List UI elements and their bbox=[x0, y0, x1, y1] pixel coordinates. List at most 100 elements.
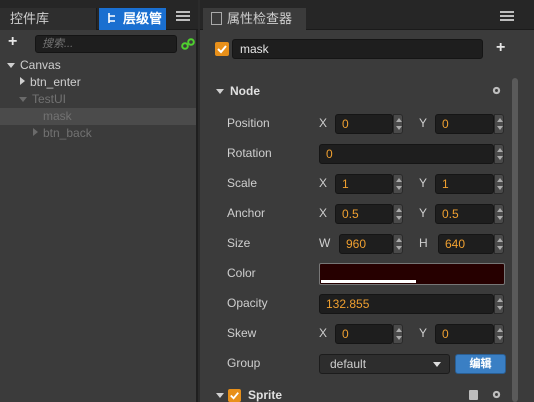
position-x-input[interactable]: 0 bbox=[335, 114, 393, 134]
left-menu-icon[interactable] bbox=[176, 11, 190, 23]
alpha-bar bbox=[321, 280, 416, 283]
anchor-x-stepper[interactable] bbox=[393, 204, 403, 224]
anchor-row: Anchor X 0.5 Y 0.5 bbox=[200, 202, 510, 224]
tab-inspector[interactable]: 属性检查器 bbox=[203, 8, 306, 30]
size-h-stepper[interactable] bbox=[494, 234, 504, 254]
y-label: Y bbox=[419, 326, 428, 340]
scale-x-input[interactable]: 1 bbox=[335, 174, 393, 194]
node-name-row: mask + bbox=[200, 38, 520, 60]
tree-item-label: btn_enter bbox=[30, 75, 81, 89]
anchor-x-input[interactable]: 0.5 bbox=[335, 204, 393, 224]
tab-inspector-label: 属性检查器 bbox=[227, 11, 293, 26]
tree-item-testui[interactable]: TestUI bbox=[0, 91, 196, 108]
tree-item-btn-back[interactable]: btn_back bbox=[0, 125, 196, 142]
right-menu-icon[interactable] bbox=[500, 11, 514, 23]
x-label: X bbox=[319, 326, 328, 340]
y-label: Y bbox=[419, 206, 428, 220]
scale-y-stepper[interactable] bbox=[494, 174, 504, 194]
left-tab-bar: 控件库 层级管 bbox=[0, 0, 198, 30]
scale-row: Scale X 1 Y 1 bbox=[200, 172, 510, 194]
sprite-enabled-checkbox[interactable] bbox=[228, 389, 241, 402]
checkmark-icon bbox=[217, 45, 227, 54]
position-label: Position bbox=[227, 116, 270, 130]
sprite-section-header[interactable]: Sprite bbox=[200, 384, 510, 402]
book-icon[interactable] bbox=[469, 390, 478, 400]
checkmark-icon bbox=[230, 392, 239, 400]
tab-widget-library[interactable]: 控件库 bbox=[0, 8, 97, 30]
hierarchy-toolbar: + bbox=[0, 31, 196, 55]
skew-x-stepper[interactable] bbox=[393, 324, 403, 344]
position-y-input[interactable]: 0 bbox=[435, 114, 494, 134]
expand-arrow-icon[interactable] bbox=[19, 97, 27, 102]
edit-group-button[interactable]: 编辑 bbox=[455, 354, 506, 374]
position-row: Position X 0 Y 0 bbox=[200, 112, 510, 134]
y-label: Y bbox=[419, 116, 428, 130]
rotation-input[interactable]: 0 bbox=[319, 144, 494, 164]
add-component-button[interactable]: + bbox=[496, 40, 505, 56]
expand-arrow-icon[interactable] bbox=[7, 63, 15, 68]
size-w-input[interactable]: 960 bbox=[339, 234, 393, 254]
collapse-arrow-icon[interactable] bbox=[20, 77, 25, 85]
position-y-stepper[interactable] bbox=[494, 114, 504, 134]
chevron-down-icon[interactable] bbox=[433, 362, 441, 367]
size-h-input[interactable]: 640 bbox=[438, 234, 494, 254]
scale-label: Scale bbox=[227, 176, 258, 190]
active-checkbox[interactable] bbox=[215, 42, 229, 56]
anchor-y-input[interactable]: 0.5 bbox=[435, 204, 494, 224]
hierarchy-icon bbox=[108, 13, 115, 23]
right-tab-bar: 属性检查器 bbox=[200, 0, 534, 30]
skew-x-input[interactable]: 0 bbox=[335, 324, 393, 344]
tree-item-canvas[interactable]: Canvas bbox=[0, 57, 196, 74]
opacity-label: Opacity bbox=[227, 296, 268, 310]
x-label: X bbox=[319, 176, 328, 190]
gear-icon[interactable] bbox=[491, 389, 502, 400]
position-x-stepper[interactable] bbox=[393, 114, 403, 134]
inspector-panel: 属性检查器 mask + Node Position X 0 Y 0 Rotat… bbox=[200, 0, 534, 402]
skew-y-stepper[interactable] bbox=[494, 324, 504, 344]
tab-hierarchy-label: 层级管 bbox=[123, 11, 163, 26]
size-w-stepper[interactable] bbox=[393, 234, 403, 254]
scale-y-input[interactable]: 1 bbox=[435, 174, 494, 194]
scale-x-stepper[interactable] bbox=[393, 174, 403, 194]
rotation-stepper[interactable] bbox=[494, 144, 504, 164]
tree-item-btn-enter[interactable]: btn_enter bbox=[0, 74, 196, 91]
skew-y-input[interactable]: 0 bbox=[435, 324, 494, 344]
group-select[interactable]: default bbox=[319, 354, 450, 374]
tree-item-label: TestUI bbox=[32, 92, 67, 106]
hierarchy-panel: 控件库 层级管 + Canvas btn_enter TestUI mask b… bbox=[0, 0, 198, 402]
color-label: Color bbox=[227, 266, 256, 280]
scrollbar-thumb[interactable] bbox=[512, 78, 518, 402]
opacity-row: Opacity 132.855 bbox=[200, 292, 510, 314]
file-icon bbox=[211, 12, 222, 25]
rotation-row: Rotation 0 bbox=[200, 142, 510, 164]
group-label: Group bbox=[227, 356, 261, 370]
tree-item-label: mask bbox=[43, 109, 72, 123]
search-input[interactable] bbox=[35, 35, 177, 53]
section-title: Sprite bbox=[248, 388, 283, 402]
x-label: X bbox=[319, 206, 328, 220]
skew-label: Skew bbox=[227, 326, 257, 340]
collapse-arrow-icon[interactable] bbox=[216, 393, 224, 398]
w-label: W bbox=[319, 236, 331, 250]
size-label: Size bbox=[227, 236, 251, 250]
tree-item-label: Canvas bbox=[20, 58, 61, 72]
collapse-arrow-icon[interactable] bbox=[33, 128, 38, 136]
opacity-stepper[interactable] bbox=[494, 294, 504, 314]
node-section-header[interactable]: Node bbox=[200, 80, 510, 102]
gear-icon[interactable] bbox=[491, 85, 502, 96]
anchor-y-stepper[interactable] bbox=[494, 204, 504, 224]
tree-item-mask[interactable]: mask bbox=[0, 108, 196, 125]
link-icon[interactable] bbox=[181, 37, 195, 51]
tab-hierarchy[interactable]: 层级管 bbox=[99, 8, 166, 30]
anchor-label: Anchor bbox=[227, 206, 266, 220]
color-picker[interactable] bbox=[319, 263, 505, 285]
collapse-arrow-icon[interactable] bbox=[216, 89, 224, 94]
opacity-input[interactable]: 132.855 bbox=[319, 294, 494, 314]
add-node-button[interactable]: + bbox=[8, 34, 24, 50]
h-label: H bbox=[419, 236, 428, 250]
y-label: Y bbox=[419, 176, 428, 190]
tree-item-label: btn_back bbox=[43, 126, 92, 140]
size-row: Size W 960 H 640 bbox=[200, 232, 510, 254]
x-label: X bbox=[319, 116, 328, 130]
node-name-input[interactable]: mask bbox=[232, 39, 483, 59]
